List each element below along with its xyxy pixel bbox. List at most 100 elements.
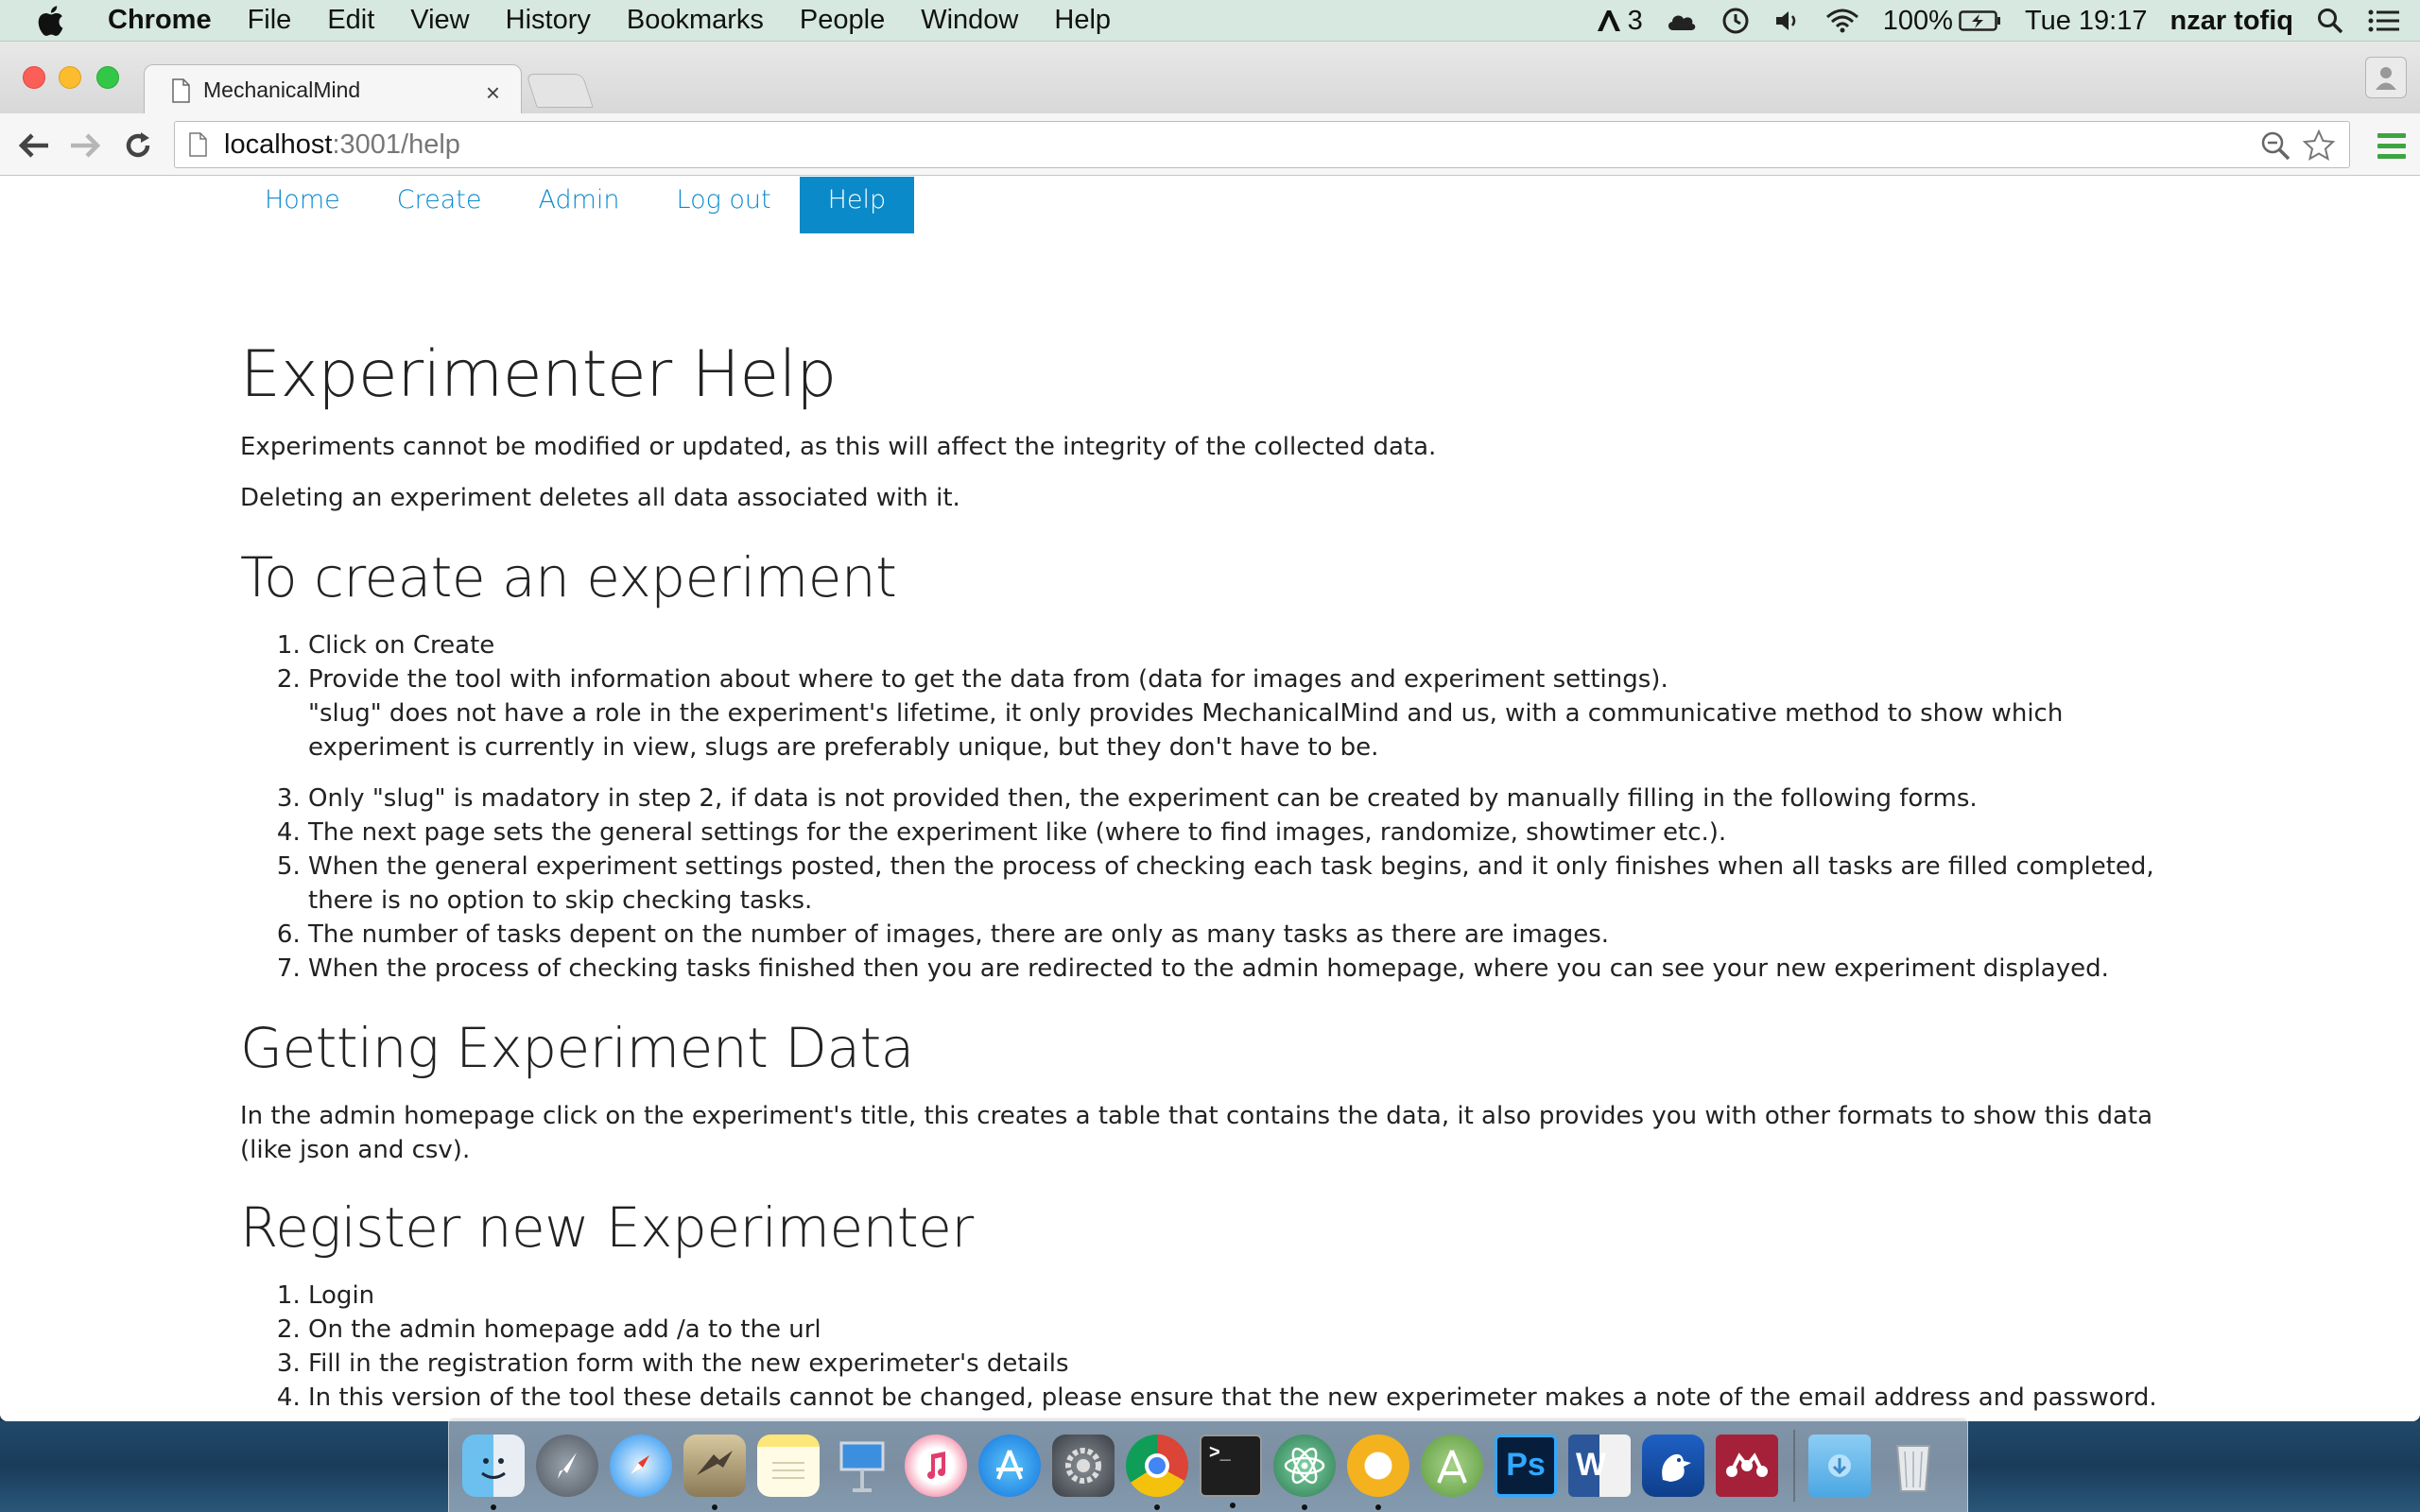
menu-history[interactable]: History [506,5,591,36]
address-bar[interactable]: localhost:3001/help [174,121,2350,168]
create-steps-list: Click on Create Provide the tool with in… [240,628,2187,986]
tab-close-icon[interactable]: × [486,78,500,108]
running-indicator [1154,1503,1160,1510]
chrome-window: MechanicalMind × localhost:3001/help Ho… [0,42,2420,1421]
list-item: On the admin homepage add /a to the url [308,1313,2187,1347]
back-button[interactable] [15,127,53,164]
system-preferences-icon[interactable] [1052,1434,1115,1497]
tab-strip: MechanicalMind × [0,42,2420,115]
list-item-text: When the general experiment settings pos… [308,852,2154,915]
reload-button[interactable] [119,127,157,164]
adobe-count: 3 [1627,5,1643,36]
list-item-text: On the admin homepage add /a to the url [308,1315,821,1344]
url-host: localhost [224,129,333,160]
data-paragraph: In the admin homepage click on the exper… [240,1102,2153,1164]
running-indicator [1375,1503,1381,1510]
list-item-text: Only "slug" is madatory in step 2, if da… [308,784,1978,813]
running-indicator [1302,1503,1307,1510]
window-zoom-button[interactable] [96,66,119,89]
list-item-text: Fill in the registration form with the n… [308,1349,1069,1378]
menubar-clock[interactable]: Tue 19:17 [2025,6,2148,37]
list-item-text: In this version of the tool these detail… [308,1383,2157,1412]
page-title: Experimenter Help [240,337,837,412]
word-icon[interactable]: W [1568,1434,1631,1497]
menu-edit[interactable]: Edit [327,5,374,36]
menu-help[interactable]: Help [1054,5,1111,36]
hamburger-bar [2377,132,2406,138]
list-item: When the general experiment settings pos… [308,850,2187,918]
list-item-text: The number of tasks depent on the number… [308,920,1610,949]
battery-status[interactable]: 100% [1883,6,2002,37]
menubar-user[interactable]: nzar tofiq [2170,6,2294,37]
nav-home[interactable]: Home [236,177,369,233]
photoshop-glyph: Ps [1506,1447,1546,1483]
notes-icon[interactable] [757,1434,820,1497]
finder-icon[interactable] [462,1434,525,1510]
time-machine-icon[interactable] [1720,6,1751,36]
safari-icon[interactable] [610,1434,672,1497]
macos-menu-bar: Chrome File Edit View History Bookmarks … [0,0,2420,42]
new-tab-button[interactable] [526,74,594,108]
nav-help[interactable]: Help [799,177,915,233]
profile-avatar-button[interactable] [2365,57,2407,98]
page-favicon-icon [171,77,190,103]
forward-button[interactable] [66,127,104,164]
app-store-icon[interactable] [978,1434,1041,1497]
battery-percent: 100% [1882,5,1953,36]
notification-center-icon[interactable] [2367,8,2401,34]
list-item: The number of tasks depent on the number… [308,918,2187,952]
cyberduck-icon[interactable] [1642,1434,1704,1497]
running-indicator [712,1503,717,1510]
creative-cloud-icon[interactable] [1666,9,1698,32]
window-minimize-button[interactable] [59,66,81,89]
hamburger-bar [2377,143,2406,148]
browser-tab[interactable]: MechanicalMind × [144,64,522,115]
window-close-button[interactable] [23,66,45,89]
menu-file[interactable]: File [248,5,292,36]
wifi-icon[interactable] [1824,8,1860,34]
list-item: When the process of checking tasks finis… [308,952,2187,986]
bookmark-star-icon[interactable] [2302,129,2336,170]
word-glyph: W [1575,1447,1607,1483]
mail-icon[interactable] [683,1434,746,1510]
menu-view[interactable]: View [410,5,469,36]
adobe-cc-icon[interactable]: 3 [1596,6,1643,37]
chrome-canary-icon[interactable] [1347,1434,1409,1510]
menu-people[interactable]: People [800,5,885,36]
itunes-icon[interactable] [905,1434,967,1497]
register-steps-list: Login On the admin homepage add /a to th… [240,1279,2187,1415]
page-info-icon[interactable] [188,132,207,157]
terminal-icon[interactable]: >_ [1200,1434,1262,1508]
nav-logout[interactable]: Log out [648,177,800,233]
keynote-icon[interactable] [831,1435,893,1497]
nav-admin[interactable]: Admin [510,177,648,233]
volume-icon[interactable] [1773,8,1802,34]
browser-toolbar: localhost:3001/help [0,113,2420,176]
list-item: Login [308,1279,2187,1313]
trash-icon[interactable] [1882,1435,1945,1497]
data-heading: Getting Experiment Data [240,1016,914,1080]
menu-window[interactable]: Window [921,5,1018,36]
list-item-text: When the process of checking tasks finis… [308,954,2109,983]
launchpad-icon[interactable] [536,1434,598,1497]
list-item-text: Provide the tool with information about … [308,665,1668,694]
apple-icon[interactable] [36,5,74,37]
downloads-folder-icon[interactable] [1808,1434,1871,1497]
list-item-text: The next page sets the general settings … [308,818,1727,847]
slug-note: "slug" does not have a role in the exper… [308,699,2064,762]
menu-app-chrome[interactable]: Chrome [108,5,212,36]
list-item: Click on Create [308,628,2187,662]
list-item-text: Login [308,1281,375,1310]
chrome-icon[interactable] [1126,1434,1188,1510]
zoom-magnifier-icon[interactable] [2260,130,2292,168]
spotlight-search-icon[interactable] [2316,7,2344,35]
photoshop-icon[interactable]: Ps [1495,1434,1557,1497]
chrome-menu-button[interactable] [2373,127,2411,164]
mendeley-icon[interactable] [1716,1434,1778,1497]
nav-create[interactable]: Create [369,177,510,233]
atom-icon[interactable] [1273,1434,1336,1510]
site-nav: Home Create Admin Log out Help [236,177,915,233]
android-studio-icon[interactable] [1421,1434,1483,1497]
menu-extras: 3 100% Tue 19:17 nzar tofiq [1573,0,2401,42]
menu-bookmarks[interactable]: Bookmarks [627,5,764,36]
